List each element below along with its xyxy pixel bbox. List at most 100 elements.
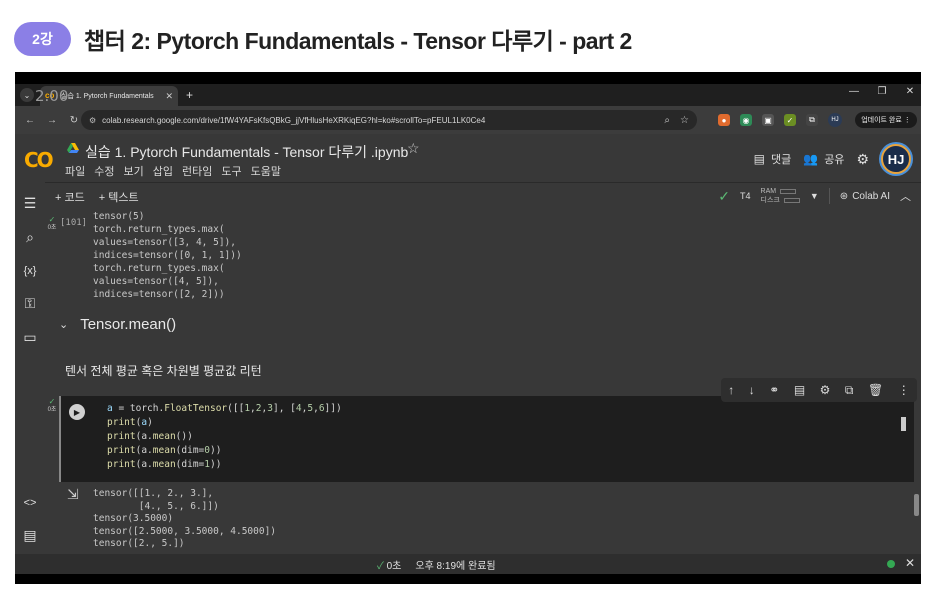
output-scrollbar[interactable] xyxy=(914,494,919,516)
lesson-header: 2강 챕터 2: Pytorch Fundamentals - Tensor 다… xyxy=(14,20,632,58)
address-bar-row: ← → ↻ ⚙ colab.research.google.com/drive/… xyxy=(15,106,921,134)
section-heading[interactable]: ⌄ Tensor.mean() xyxy=(59,316,176,333)
url-bar[interactable]: ⚙ colab.research.google.com/drive/1fW4YA… xyxy=(81,110,697,130)
menu-view[interactable]: 보기 xyxy=(124,163,144,179)
forward-icon[interactable]: → xyxy=(45,115,59,126)
move-up-icon[interactable]: ↑ xyxy=(728,383,734,397)
secrets-key-icon[interactable]: ⚿ xyxy=(21,294,39,312)
drive-icon xyxy=(67,143,79,153)
reload-icon[interactable]: ↻ xyxy=(67,115,81,126)
prev-exec-time: 0초 xyxy=(47,225,57,231)
new-tab-icon[interactable]: + xyxy=(186,88,193,102)
prev-cell-status: ✓ 0초 xyxy=(45,216,59,232)
section-title: Tensor.mean() xyxy=(80,316,177,333)
menu-file[interactable]: 파일 xyxy=(65,163,85,179)
search-icon[interactable]: ⌕ xyxy=(21,228,39,246)
colab-ai-button[interactable]: ⊛ Colab AI xyxy=(840,191,890,202)
code-editor[interactable]: a = torch.FloatTensor([[1,2,3], [4,5,6]]… xyxy=(107,402,342,472)
prev-cell-output: tensor(5) torch.return_types.max( values… xyxy=(93,211,242,300)
settings-gear-icon[interactable]: ⚙ xyxy=(856,151,869,168)
cell-toolbar: ↑ ↓ ⚭ ▤ ⚙ ⧉ 🗑 ⋮ xyxy=(721,378,917,402)
bookmark-star-icon[interactable]: ☆ xyxy=(680,115,689,126)
close-window-icon[interactable]: ✕ xyxy=(903,86,917,97)
menu-help[interactable]: 도움말 xyxy=(251,163,281,179)
tab-title: 실습 1. Pytorch Fundamentals xyxy=(61,93,154,100)
url-text: colab.research.google.com/drive/1fW4YAFs… xyxy=(102,115,486,125)
share-people-icon: 👥 xyxy=(803,152,819,166)
restore-icon[interactable]: ❐ xyxy=(875,86,889,97)
variables-icon[interactable]: {x} xyxy=(21,262,39,280)
more-options-icon[interactable]: ⋮ xyxy=(898,383,910,397)
star-icon[interactable]: ☆ xyxy=(407,140,420,157)
avatar[interactable]: HJ xyxy=(881,144,911,174)
profile-avatar-small[interactable]: HJ xyxy=(828,113,842,127)
status-close-icon[interactable]: ✕ xyxy=(905,556,915,570)
back-icon[interactable]: ← xyxy=(23,115,37,126)
runtime-dropdown-icon[interactable]: ▼ xyxy=(810,191,819,201)
add-text-button[interactable]: + 텍스트 xyxy=(99,189,139,205)
video-letterbox-top xyxy=(15,72,921,84)
colab-logo[interactable]: CO xyxy=(24,148,54,172)
disk-label: 디스크 xyxy=(760,197,780,204)
menu-runtime[interactable]: 런타임 xyxy=(182,163,212,179)
minimize-icon[interactable]: — xyxy=(847,86,861,97)
status-check-icon: ✓ 0초 xyxy=(377,561,402,572)
notebook-title[interactable]: 실습 1. Pytorch Fundamentals - Tensor 다루기 … xyxy=(85,142,408,162)
collapse-chevron-up-icon[interactable]: ︿ xyxy=(900,188,911,204)
settings-icon[interactable]: ⚙ xyxy=(820,383,831,397)
site-info-icon[interactable]: ⚙ xyxy=(89,116,96,125)
run-cell-button[interactable]: ▶ xyxy=(69,404,85,420)
chevron-down-icon[interactable]: ⌄ xyxy=(59,318,68,331)
video-player[interactable]: ⌄ co 실습 1. Pytorch Fundamentals ✕ + 2.00… xyxy=(15,72,921,584)
lesson-badge: 2강 xyxy=(14,22,71,56)
ram-label: RAM xyxy=(760,188,777,195)
update-button-label: 업데이트 완료 xyxy=(861,117,902,124)
terminal-icon[interactable]: ▤ xyxy=(21,526,39,544)
code-cell[interactable]: ▶ a = torch.FloatTensor([[1,2,3], [4,5,6… xyxy=(59,396,914,482)
add-code-button[interactable]: + 코드 xyxy=(55,189,85,205)
delete-icon[interactable]: 🗑 xyxy=(868,383,883,397)
notebook-body: ✓ 0초 [101] tensor(5) torch.return_types.… xyxy=(45,210,921,554)
check-icon: ✓ xyxy=(48,215,56,224)
comment-icon[interactable]: ▤ xyxy=(794,383,805,397)
link-icon[interactable]: ⚭ xyxy=(769,383,779,397)
playback-speed: 2.00 xyxy=(35,87,69,105)
extension-box-icon[interactable]: ▣ xyxy=(762,114,774,126)
ram-bar xyxy=(780,189,797,194)
files-folder-icon[interactable]: ▭ xyxy=(21,328,39,346)
zoom-icon[interactable]: ⌕ xyxy=(664,115,670,126)
extension-green-icon[interactable]: ◉ xyxy=(740,114,752,126)
extension-fox-icon[interactable]: ● xyxy=(718,114,730,126)
toc-list-icon[interactable]: ☰ xyxy=(21,194,39,212)
mirror-cell-icon[interactable]: ⧉ xyxy=(845,383,854,398)
lesson-title: 챕터 2: Pytorch Fundamentals - Tensor 다루기 … xyxy=(84,28,632,54)
menu-tools[interactable]: 도구 xyxy=(221,163,241,179)
tab-search-icon[interactable]: ⌄ xyxy=(20,88,34,102)
menu-insert[interactable]: 삽입 xyxy=(153,163,173,179)
menu-edit[interactable]: 수정 xyxy=(94,163,114,179)
toolbar-divider xyxy=(828,188,830,204)
tab-close-icon[interactable]: ✕ xyxy=(165,91,173,102)
resource-monitor[interactable]: RAM 디스크 xyxy=(761,187,800,205)
code-snippets-icon[interactable]: <> xyxy=(21,494,39,512)
share-button[interactable]: 👥 공유 xyxy=(803,151,844,167)
check-icon: ✓ xyxy=(48,397,56,406)
output-actions-icon[interactable]: ⇲ xyxy=(67,486,79,503)
code-cell-output: tensor([[1., 2., 3.], [4., 5., 6.]]) ten… xyxy=(93,488,277,549)
runtime-type: T4 xyxy=(740,191,751,201)
extensions: ● ◉ ▣ ✓ ⧉ HJ xyxy=(718,113,842,127)
video-letterbox-bottom xyxy=(15,574,921,584)
exec-count: [101] xyxy=(60,218,88,228)
code-exec-time: 0초 xyxy=(47,407,57,413)
move-down-icon[interactable]: ↓ xyxy=(749,383,755,397)
lecture-page: 2강 챕터 2: Pytorch Fundamentals - Tensor 다… xyxy=(0,0,937,602)
disk-bar xyxy=(783,198,800,203)
comment-button[interactable]: ▤ 댓글 xyxy=(754,151,792,167)
extension-leaf-icon[interactable]: ✓ xyxy=(784,114,796,126)
window-controls: — ❐ ✕ xyxy=(847,86,917,97)
extensions-puzzle-icon[interactable]: ⧉ xyxy=(806,114,818,126)
code-cell-status: ✓ 0초 xyxy=(45,398,59,414)
update-button[interactable]: 업데이트 완료 ⋮ xyxy=(855,112,917,128)
connection-status-dot xyxy=(887,560,895,568)
notebook-toolbar: + 코드 + 텍스트 ✓ T4 RAM 디스크 ▼ ⊛ Colab AI ︿ xyxy=(15,182,921,210)
